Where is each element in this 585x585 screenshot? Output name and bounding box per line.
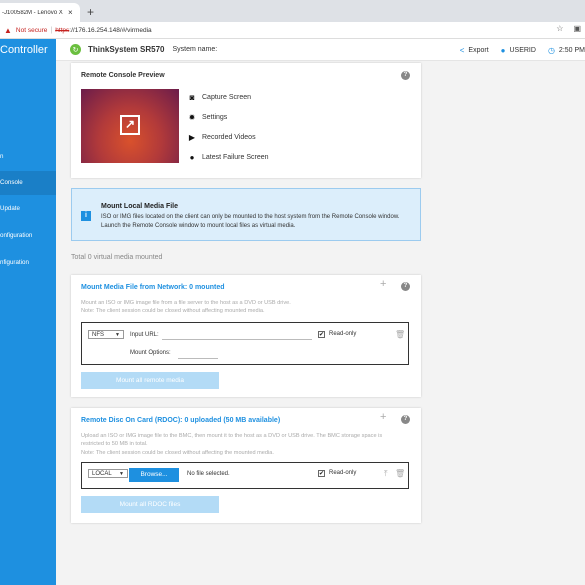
rdoc-title: Remote Disc On Card (RDOC): 0 uploaded (…	[81, 417, 281, 424]
network-media-row: NFS ▼ Input URL: ✔ Read-only 🗑 Mount Opt…	[81, 322, 409, 365]
protocol-value: NFS	[92, 332, 104, 338]
sidebar-item-configuration-1[interactable]: onfiguration	[0, 224, 56, 248]
tab-close-icon[interactable]: ×	[68, 8, 73, 17]
mount-all-rdoc-button[interactable]: Mount all RDOC files	[81, 496, 219, 513]
readonly-checkbox[interactable]: ✔	[318, 331, 325, 338]
capture-screen-label: Capture Screen	[202, 94, 252, 101]
settings-action[interactable]: ✹ Settings	[188, 113, 228, 122]
preview-title: Remote Console Preview	[81, 72, 165, 79]
settings-label: Settings	[202, 114, 228, 121]
top-bar: ↻ ThinkSystem SR570 System name: < Expor…	[56, 39, 585, 61]
alert-icon: ●	[189, 153, 195, 162]
mount-all-remote-button[interactable]: Mount all remote media	[81, 372, 219, 389]
info-icon: i	[81, 211, 91, 221]
url-scheme: https	[55, 26, 70, 34]
latest-failure-action[interactable]: ● Latest Failure Screen	[188, 153, 269, 162]
upload-icon[interactable]: ⤒	[384, 469, 388, 479]
open-external-icon[interactable]: ↗	[120, 115, 140, 135]
network-desc-1: Mount an ISO or IMG image file from a fi…	[81, 300, 291, 306]
latest-failure-label: Latest Failure Screen	[202, 154, 269, 161]
export-link[interactable]: Export	[468, 47, 488, 54]
not-secure-label: Not secure	[15, 26, 48, 34]
protocol-select[interactable]: NFS ▼	[88, 330, 124, 339]
url-label: Input URL:	[130, 332, 159, 338]
address-separator: |	[50, 26, 53, 34]
network-media-card: Mount Media File from Network: 0 mounted…	[71, 275, 421, 397]
chevron-down-icon: ▼	[115, 332, 120, 338]
sidebar-item-update[interactable]: Update	[0, 197, 56, 221]
url-input[interactable]	[162, 331, 312, 340]
clock-icon: ◷	[547, 45, 555, 55]
main-content: Remote Console Preview ? ↗ ◙ Capture Scr…	[56, 61, 585, 585]
star-icon[interactable]: ☆	[556, 24, 563, 33]
help-icon[interactable]: ?	[401, 71, 410, 80]
console-preview-image[interactable]: ↗	[81, 89, 179, 163]
chevron-down-icon: ▼	[119, 471, 124, 477]
address-bar[interactable]: ▲ Not secure | https ://176.16.254.148/#…	[0, 22, 585, 39]
mount-options-label: Mount Options:	[130, 350, 171, 356]
remote-console-preview-card: Remote Console Preview ? ↗ ◙ Capture Scr…	[71, 63, 421, 178]
readonly-checkbox[interactable]: ✔	[318, 470, 325, 477]
sidebar: Controller n Console Update onfiguration…	[0, 39, 56, 585]
total-mounted-label: Total 0 virtual media mounted	[71, 254, 163, 261]
rdoc-desc-2: restricted to 50 MB in total.	[81, 441, 148, 447]
readonly-label: Read-only	[329, 331, 357, 337]
add-icon[interactable]: +	[380, 411, 386, 423]
browser-toolbar-icons: ☆ ▣	[556, 24, 581, 33]
help-icon[interactable]: ?	[401, 415, 410, 424]
time-label: 2:50 PM	[558, 46, 585, 54]
logo-icon: ↻	[70, 44, 81, 55]
recorded-videos-action[interactable]: ▶ Recorded Videos	[188, 133, 256, 142]
browse-button[interactable]: Browse...	[129, 468, 179, 482]
trash-icon[interactable]: 🗑	[395, 469, 405, 478]
capture-screen-action[interactable]: ◙ Capture Screen	[188, 93, 251, 102]
sidebar-title: Controller	[0, 44, 48, 56]
mount-local-info-box: i Mount Local Media File ISO or IMG file…	[71, 188, 421, 241]
rdoc-desc-1: Upload an ISO or IMG image file to the B…	[81, 433, 383, 439]
url-text: ://176.16.254.148/#/virmedia	[69, 26, 152, 34]
top-bar-actions: < Export ● USERID ◷ 2:50 PM	[460, 39, 585, 61]
model-name: ThinkSystem SR570	[88, 45, 165, 54]
share-icon[interactable]: <	[460, 46, 465, 55]
info-line-1: ISO or IMG files located on the client c…	[101, 214, 400, 220]
warning-icon: ▲	[4, 25, 12, 35]
extension-icon[interactable]: ▣	[573, 24, 581, 33]
browser-tab-bar: -J100582M - Lenovo X × +	[0, 0, 585, 22]
help-icon[interactable]: ?	[401, 282, 410, 291]
no-file-label: No file selected.	[187, 471, 230, 477]
system-name-label: System name:	[172, 46, 218, 53]
sidebar-item-configuration-2[interactable]: nfiguration	[0, 251, 56, 275]
trash-icon[interactable]: 🗑	[395, 330, 405, 339]
user-icon[interactable]: ●	[501, 46, 506, 55]
sidebar-item-0[interactable]: n	[0, 145, 56, 169]
sidebar-item-remote-console[interactable]: Console	[0, 171, 56, 195]
rdoc-media-row: LOCAL ▼ Browse... No file selected. ✔ Re…	[81, 462, 409, 489]
info-title: Mount Local Media File	[101, 203, 179, 210]
info-line-2: Launch the Remote Console window to moun…	[101, 223, 296, 229]
tab-title: -J100582M - Lenovo X	[2, 9, 63, 16]
camera-icon: ◙	[189, 93, 195, 102]
add-icon[interactable]: +	[380, 278, 386, 290]
source-value: LOCAL	[92, 471, 112, 477]
mount-options-input[interactable]	[178, 350, 218, 359]
network-desc-2: Note: The client session could be closed…	[81, 308, 265, 314]
source-select[interactable]: LOCAL ▼	[88, 469, 128, 478]
recorded-videos-label: Recorded Videos	[202, 134, 256, 141]
user-label[interactable]: USERID	[509, 47, 535, 54]
play-icon: ▶	[188, 133, 196, 142]
rdoc-desc-3: Note: The client session could be closed…	[81, 450, 274, 456]
network-title: Mount Media File from Network: 0 mounted	[81, 284, 225, 291]
new-tab-button[interactable]: +	[87, 5, 94, 19]
rdoc-card: Remote Disc On Card (RDOC): 0 uploaded (…	[71, 408, 421, 523]
gear-icon: ✹	[188, 113, 196, 122]
readonly-label: Read-only	[329, 470, 357, 476]
browser-tab[interactable]: -J100582M - Lenovo X ×	[0, 3, 80, 22]
